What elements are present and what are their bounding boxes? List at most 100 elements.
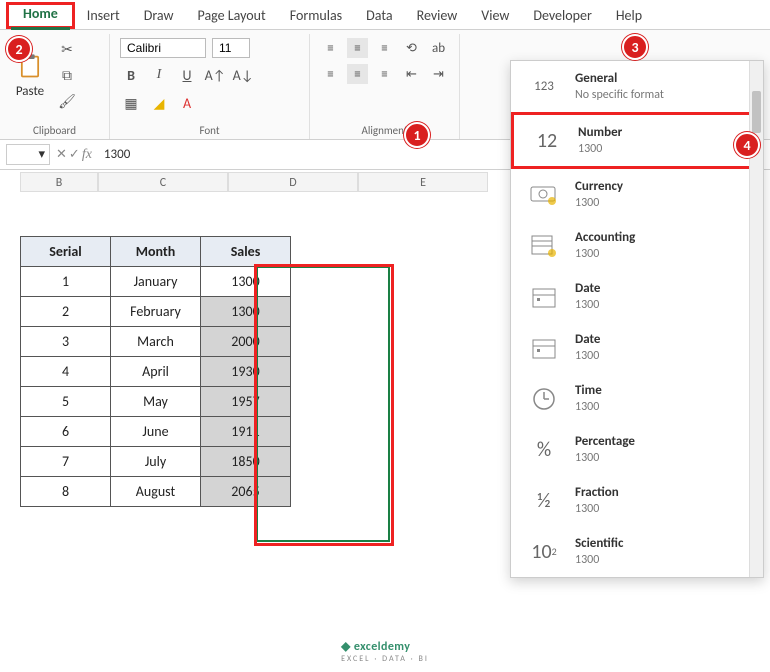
nf-date-2[interactable]: Date1300: [511, 322, 763, 373]
borders-icon[interactable]: ▦: [120, 92, 142, 114]
align-left-icon[interactable]: ≡: [320, 64, 341, 84]
align-right-icon[interactable]: ≡: [374, 64, 395, 84]
tab-page-layout[interactable]: Page Layout: [186, 2, 278, 29]
fill-color-icon[interactable]: ◢: [148, 92, 170, 114]
nf-general[interactable]: 123 GeneralNo specific format: [511, 61, 763, 112]
time-icon: [527, 384, 561, 414]
tab-home[interactable]: Home: [11, 0, 70, 30]
underline-button[interactable]: U: [176, 64, 198, 86]
cell[interactable]: 4: [21, 357, 111, 387]
cell[interactable]: 1300: [201, 297, 291, 327]
callout-4: 4: [734, 132, 760, 158]
cell[interactable]: August: [111, 477, 201, 507]
nf-scientific[interactable]: 102 Scientific1300: [511, 526, 763, 577]
cancel-icon[interactable]: ✕: [56, 147, 67, 163]
italic-button[interactable]: I: [148, 64, 170, 86]
cell[interactable]: March: [111, 327, 201, 357]
align-bottom-icon[interactable]: ≡: [374, 38, 395, 58]
nf-currency[interactable]: Currency1300: [511, 169, 763, 220]
tab-review[interactable]: Review: [405, 2, 470, 29]
fx-icon[interactable]: fx: [82, 147, 92, 163]
font-name-select[interactable]: [120, 38, 206, 58]
tab-help[interactable]: Help: [604, 2, 654, 29]
tab-draw[interactable]: Draw: [132, 2, 186, 29]
cell[interactable]: January: [111, 267, 201, 297]
accounting-icon: [527, 231, 561, 261]
cell[interactable]: 1300: [201, 267, 291, 297]
nf-time[interactable]: Time1300: [511, 373, 763, 424]
align-center-icon[interactable]: ≡: [347, 64, 368, 84]
clipboard-group-label: Clipboard: [10, 122, 99, 137]
cut-icon[interactable]: ✂: [56, 38, 78, 60]
chevron-down-icon: ▾: [38, 147, 45, 162]
th-sales: Sales: [201, 237, 291, 267]
cell[interactable]: 7: [21, 447, 111, 477]
cell[interactable]: April: [111, 357, 201, 387]
percentage-icon: %: [527, 435, 561, 465]
font-color-icon[interactable]: A: [176, 92, 198, 114]
font-group-label: Font: [120, 122, 299, 137]
th-serial: Serial: [21, 237, 111, 267]
col-head-b[interactable]: B: [20, 172, 98, 192]
nf-date-1[interactable]: Date1300: [511, 271, 763, 322]
nf-percentage[interactable]: % Percentage1300: [511, 424, 763, 475]
cell[interactable]: 1957: [201, 387, 291, 417]
home-tab-highlight: Home: [6, 2, 75, 29]
col-head-c[interactable]: C: [98, 172, 228, 192]
callout-3: 3: [622, 34, 648, 60]
general-icon: 123: [527, 72, 561, 102]
group-alignment: ≡ ≡ ≡ ⟲ ab ≡ ≡ ≡ ⇤ ⇥ Alignment: [310, 34, 460, 139]
cell[interactable]: 1930: [201, 357, 291, 387]
date-icon: [527, 282, 561, 312]
orientation-icon[interactable]: ⟲: [401, 38, 422, 58]
cell[interactable]: 1850: [201, 447, 291, 477]
callout-1: 1: [404, 122, 430, 148]
date-icon: [527, 333, 561, 363]
decrease-font-icon[interactable]: A↓: [232, 64, 254, 86]
increase-font-icon[interactable]: A↑: [204, 64, 226, 86]
cell[interactable]: 5: [21, 387, 111, 417]
tab-data[interactable]: Data: [354, 2, 404, 29]
align-top-icon[interactable]: ≡: [320, 38, 341, 58]
format-painter-icon[interactable]: 🖌: [56, 90, 78, 112]
tab-view[interactable]: View: [469, 2, 521, 29]
cell[interactable]: February: [111, 297, 201, 327]
align-middle-icon[interactable]: ≡: [347, 38, 368, 58]
cell[interactable]: 6: [21, 417, 111, 447]
nf-fraction[interactable]: ½ Fraction1300: [511, 475, 763, 526]
tab-insert[interactable]: Insert: [75, 2, 132, 29]
data-table: Serial Month Sales 1January1300 2Februar…: [20, 236, 291, 507]
tab-formulas[interactable]: Formulas: [278, 2, 354, 29]
number-format-dropdown: 123 GeneralNo specific format 12 Number1…: [510, 60, 764, 578]
fraction-icon: ½: [527, 486, 561, 516]
nf-number[interactable]: 12 Number1300: [511, 112, 763, 169]
cell[interactable]: June: [111, 417, 201, 447]
brand-logo: ◆ exceldemy EXCEL · DATA · BI: [341, 639, 429, 664]
paste-label: Paste: [10, 84, 50, 99]
currency-icon: [527, 180, 561, 210]
nf-accounting[interactable]: Accounting1300: [511, 220, 763, 271]
cell[interactable]: 8: [21, 477, 111, 507]
name-box[interactable]: ▾: [6, 144, 50, 165]
tab-developer[interactable]: Developer: [521, 2, 603, 29]
cell[interactable]: 2: [21, 297, 111, 327]
scientific-icon: 102: [527, 537, 561, 567]
cell[interactable]: 3: [21, 327, 111, 357]
cell[interactable]: 1911: [201, 417, 291, 447]
bold-button[interactable]: B: [120, 64, 142, 86]
indent-dec-icon[interactable]: ⇤: [401, 64, 422, 84]
cell[interactable]: 1: [21, 267, 111, 297]
col-head-e[interactable]: E: [358, 172, 488, 192]
copy-icon[interactable]: ⧉: [56, 64, 78, 86]
cell[interactable]: 2000: [201, 327, 291, 357]
wrap-text-icon[interactable]: ab: [428, 38, 449, 58]
enter-icon[interactable]: ✓: [69, 147, 80, 163]
number-icon: 12: [530, 126, 564, 156]
cell[interactable]: July: [111, 447, 201, 477]
cell[interactable]: 2065: [201, 477, 291, 507]
font-size-select[interactable]: [212, 38, 250, 58]
col-head-d[interactable]: D: [228, 172, 358, 192]
group-font: B I U A↑ A↓ ▦ ◢ A Font: [110, 34, 310, 139]
cell[interactable]: May: [111, 387, 201, 417]
merge-icon[interactable]: ⇥: [428, 64, 449, 84]
